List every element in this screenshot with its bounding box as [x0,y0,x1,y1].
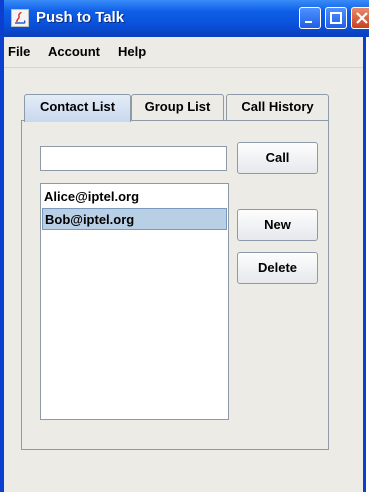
window-title: Push to Talk [36,9,125,26]
title-bar[interactable]: Push to Talk [4,0,369,37]
maximize-icon [330,12,342,24]
menu-help[interactable]: Help [118,44,146,59]
menu-bar: File Account Help [4,37,363,68]
maximize-button[interactable] [325,7,347,29]
close-icon [356,12,368,24]
list-item[interactable]: Alice@iptel.org [42,186,227,208]
list-item[interactable]: Bob@iptel.org [42,208,227,230]
menu-account[interactable]: Account [48,44,100,59]
delete-button[interactable]: Delete [237,252,318,284]
minimize-icon [305,21,312,23]
tab-call-history[interactable]: Call History [226,94,329,121]
contact-list: Alice@iptel.org Bob@iptel.org [40,183,229,420]
new-button[interactable]: New [237,209,318,241]
java-app-icon [11,9,29,27]
call-button[interactable]: Call [237,142,318,174]
close-button[interactable] [351,7,369,29]
minimize-button[interactable] [299,7,321,29]
tab-contact-list[interactable]: Contact List [24,94,131,122]
menu-file[interactable]: File [8,44,30,59]
tab-group-list[interactable]: Group List [131,94,224,121]
contact-input[interactable] [40,146,227,171]
